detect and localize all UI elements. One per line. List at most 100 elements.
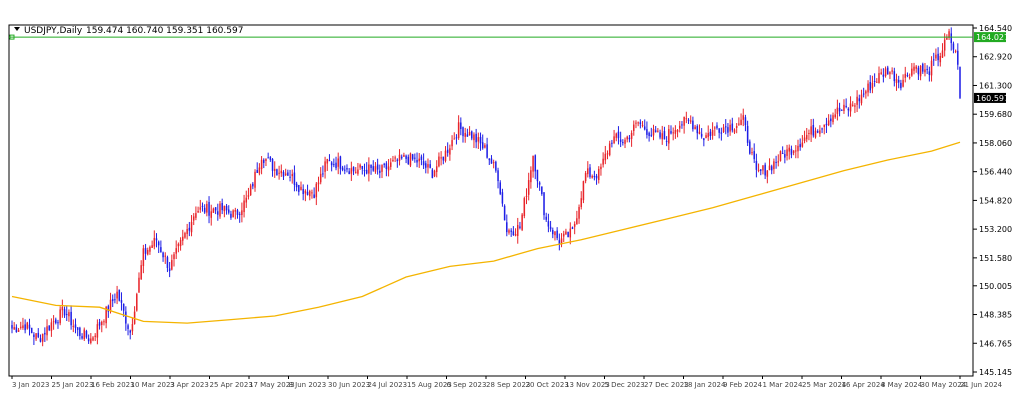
candle-body	[834, 114, 836, 118]
candle-body	[946, 37, 948, 40]
candle-body	[516, 224, 519, 236]
x-tick-label: 25 Apr 2023	[210, 381, 253, 389]
candle-body	[895, 79, 898, 83]
candle-body	[271, 158, 274, 171]
candle-body	[773, 161, 775, 170]
candle-body	[714, 127, 716, 129]
candle-body	[208, 201, 210, 216]
candle-body	[363, 170, 366, 172]
candle-body	[381, 165, 383, 172]
candle-body	[241, 210, 243, 216]
y-axis: 164.540 162.920 161.300 159.680 158.060 156.4…	[973, 24, 1012, 377]
candle-body	[742, 115, 745, 120]
candle-body	[593, 176, 596, 178]
candle-body	[639, 122, 642, 125]
candle-body	[488, 158, 491, 161]
candle-body	[236, 210, 239, 215]
candle-body	[444, 150, 447, 161]
candle-body	[928, 71, 931, 75]
candle-body	[751, 152, 753, 154]
candle-body	[908, 77, 911, 79]
candle-body	[324, 161, 326, 172]
candle-body	[733, 129, 736, 133]
candle-body	[674, 130, 677, 134]
candle-body	[227, 209, 230, 213]
candle-body	[438, 156, 440, 167]
symbol-label: USDJPY,Daily	[24, 26, 83, 36]
candle-body	[129, 330, 131, 333]
candle-body	[243, 200, 245, 213]
candle-body	[403, 154, 405, 157]
candle-body	[68, 312, 70, 317]
y-tick-label: 146.765	[979, 339, 1012, 348]
candle-body	[562, 233, 565, 237]
candle-body	[35, 333, 37, 340]
candle-body	[615, 133, 618, 138]
x-tick-label: 30 Jun 2023	[328, 381, 370, 389]
candle-body	[475, 133, 477, 143]
candle-body	[521, 214, 523, 230]
candle-body	[114, 299, 116, 301]
candle-body	[865, 91, 867, 94]
candle-body	[188, 227, 191, 231]
candle-body	[374, 166, 377, 172]
candle-body	[256, 170, 258, 173]
candle-body	[313, 194, 315, 198]
candle-body	[19, 326, 22, 328]
candle-body	[155, 238, 158, 241]
candle-body	[440, 157, 442, 159]
candle-body	[755, 160, 758, 170]
candle-body	[142, 248, 145, 266]
candle-body	[762, 165, 764, 171]
x-tick-label: 21 Jun 2024	[960, 381, 1003, 389]
candle-body	[827, 120, 830, 126]
candle-body	[740, 119, 742, 125]
candle-body	[322, 173, 324, 175]
candle-body	[703, 138, 705, 141]
candle-body	[501, 192, 504, 204]
candle-body	[694, 126, 696, 130]
candle-body	[315, 183, 318, 198]
candle-body	[825, 123, 828, 126]
candle-body	[90, 338, 92, 343]
candle-body	[746, 125, 749, 143]
candle-body	[420, 156, 423, 161]
candle-body	[449, 148, 451, 155]
candle-body	[306, 191, 309, 195]
candle-body	[127, 325, 129, 329]
candle-body	[37, 332, 40, 338]
candle-body	[648, 132, 650, 137]
candle-body	[453, 138, 456, 140]
candle-body	[337, 158, 339, 167]
candle-body	[843, 104, 845, 111]
candle-body	[876, 81, 878, 83]
candle-body	[525, 195, 528, 197]
candle-body	[479, 136, 482, 144]
candle-body	[950, 33, 953, 44]
candle-body	[344, 169, 346, 171]
candle-body	[576, 218, 578, 225]
candle-body	[116, 291, 118, 299]
candle-body	[168, 268, 171, 272]
candle-body	[455, 137, 458, 139]
candle-body	[650, 134, 653, 136]
candle-body	[273, 168, 276, 171]
y-tick-label: 162.920	[979, 53, 1012, 62]
candle-body	[230, 213, 232, 218]
candle-body	[11, 325, 13, 329]
candle-body	[891, 70, 893, 72]
candle-body	[784, 154, 786, 158]
candle-body	[59, 309, 61, 324]
candle-body	[267, 157, 269, 159]
candle-body	[254, 171, 256, 188]
x-tick-label: 5 Dec 2023	[605, 381, 645, 389]
candle-body	[672, 132, 674, 134]
candle-body	[823, 124, 826, 127]
candle-body	[924, 69, 926, 73]
candle-body	[221, 203, 223, 211]
candle-body	[841, 109, 843, 111]
candle-body	[425, 163, 427, 168]
candle-body	[317, 182, 320, 185]
candle-body	[225, 205, 228, 211]
candle-body	[223, 205, 226, 212]
